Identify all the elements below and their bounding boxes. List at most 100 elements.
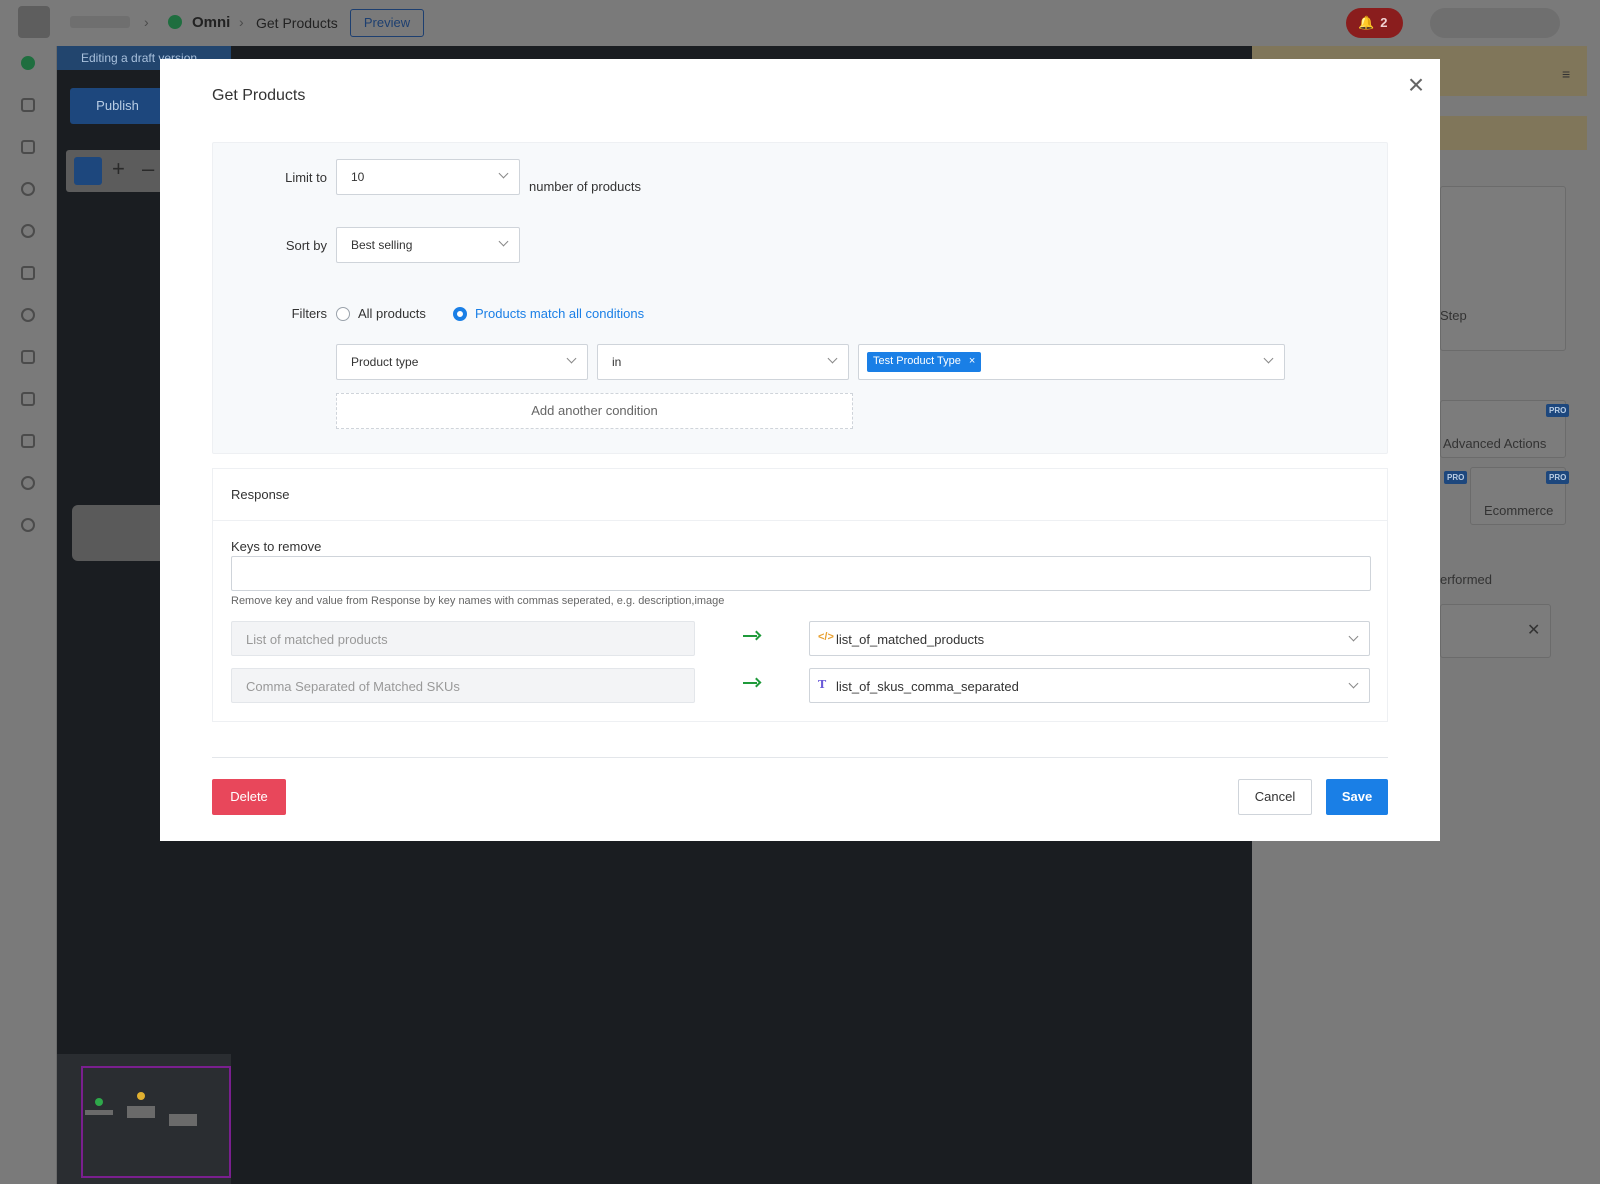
- ecommerce-label: Ecommerce: [1484, 503, 1554, 518]
- close-icon[interactable]: ✕: [1527, 620, 1540, 640]
- advanced-actions-label: Advanced Actions: [1443, 436, 1547, 451]
- query-settings-card: Limit to 10 number of products Sort by B…: [212, 142, 1388, 454]
- tag-remove-icon[interactable]: ×: [969, 355, 975, 367]
- limit-suffix: number of products: [529, 179, 642, 194]
- chevron-down-icon: [498, 168, 509, 179]
- archive-icon[interactable]: [21, 392, 35, 406]
- canvas-toolbar: + –: [66, 150, 166, 192]
- chat-bubbles-icon: [168, 15, 182, 29]
- condition-operator-select[interactable]: in: [597, 344, 849, 380]
- chevron-down-icon: [1348, 631, 1359, 642]
- globe-icon[interactable]: [21, 308, 35, 322]
- minimap-viewport[interactable]: [81, 1066, 231, 1178]
- zoom-out-icon[interactable]: –: [142, 156, 154, 182]
- step-box: [1440, 186, 1566, 351]
- add-condition-button[interactable]: Add another condition: [336, 393, 853, 429]
- chevron-down-icon: [1263, 353, 1274, 364]
- flow-node[interactable]: [72, 505, 172, 561]
- code-icon: </>: [818, 631, 834, 643]
- headset-icon[interactable]: [21, 182, 35, 196]
- preview-button[interactable]: Preview: [350, 9, 424, 37]
- left-nav: [0, 46, 56, 1184]
- minimap-start-dot: [95, 1098, 103, 1106]
- get-products-modal: Get Products × Limit to 10 number of pro…: [160, 59, 1440, 841]
- minimap-dot: [137, 1092, 145, 1100]
- megaphone-icon[interactable]: [21, 434, 35, 448]
- chat-bubbles-icon[interactable]: [21, 56, 35, 70]
- book-icon[interactable]: [21, 266, 35, 280]
- minimap-node: [127, 1106, 155, 1118]
- condition-tag: Test Product Type ×: [867, 352, 982, 372]
- chevron-down-icon: [498, 236, 509, 247]
- dashboard-icon[interactable]: [21, 98, 35, 112]
- mapping-target-value: list_of_matched_products: [836, 632, 985, 647]
- message-icon[interactable]: [21, 518, 35, 532]
- user-menu[interactable]: [1430, 8, 1560, 38]
- filters-label: Filters: [291, 306, 327, 321]
- bell-icon: 🔔: [1358, 15, 1375, 30]
- mapping-target-select[interactable]: </> list_of_matched_products: [809, 621, 1370, 656]
- text-type-icon: T: [818, 678, 827, 691]
- modal-title: Get Products: [212, 87, 306, 104]
- mapping-source: Comma Separated of Matched SKUs: [231, 668, 695, 703]
- condition-operator-value: in: [612, 355, 622, 369]
- flow-icon[interactable]: [21, 140, 35, 154]
- settings-icon[interactable]: [21, 476, 35, 490]
- pro-badge: PRO: [1546, 404, 1570, 417]
- radio-match-conditions[interactable]: [453, 307, 467, 321]
- grid-icon[interactable]: [21, 350, 35, 364]
- radio-all-products-label[interactable]: All products: [358, 306, 426, 321]
- footer-divider: [212, 757, 1388, 758]
- sort-label: Sort by: [285, 238, 327, 253]
- condition-field-value: Product type: [351, 355, 419, 369]
- right-panel-note: [1440, 116, 1587, 150]
- app-logo[interactable]: [18, 6, 50, 38]
- add-folder-icon[interactable]: [74, 157, 102, 185]
- zoom-in-icon[interactable]: +: [112, 156, 125, 182]
- step-label[interactable]: Step: [1440, 308, 1467, 323]
- publish-button[interactable]: Publish: [70, 88, 165, 124]
- mapping-target-select[interactable]: T list_of_skus_comma_separated: [809, 668, 1370, 703]
- cancel-button[interactable]: Cancel: [1238, 779, 1312, 815]
- arrow-right-icon: [743, 630, 762, 642]
- close-icon[interactable]: ×: [1404, 71, 1428, 99]
- chevron-right-icon: ›: [144, 14, 149, 30]
- notifications-button[interactable]: 🔔 2: [1346, 8, 1403, 38]
- minimap-node: [169, 1114, 197, 1126]
- condition-tag-label: Test Product Type: [873, 355, 961, 367]
- keys-to-remove-input[interactable]: [231, 556, 1371, 591]
- breadcrumb-app[interactable]: Omni: [192, 14, 230, 31]
- sort-select[interactable]: Best selling: [336, 227, 520, 263]
- user-icon[interactable]: [21, 224, 35, 238]
- notification-count: 2: [1380, 15, 1388, 30]
- keys-to-remove-help: Remove key and value from Response by ke…: [231, 595, 725, 607]
- pro-badge: PRO: [1444, 471, 1468, 484]
- breadcrumb-page: Get Products: [256, 15, 338, 31]
- pro-badge: PRO: [1546, 471, 1570, 484]
- chevron-down-icon: [1348, 678, 1359, 689]
- radio-all-products[interactable]: [336, 307, 350, 321]
- chevron-down-icon: [566, 353, 577, 364]
- mapping-source: List of matched products: [231, 621, 695, 656]
- chevron-right-icon: ›: [239, 14, 244, 30]
- top-bar: › Omni › Get Products Preview 🔔 2: [0, 0, 1600, 46]
- arrow-right-icon: [743, 677, 762, 689]
- mapping-target-value: list_of_skus_comma_separated: [836, 679, 1019, 694]
- performed-label: erformed: [1440, 572, 1493, 587]
- breadcrumb-root[interactable]: [70, 16, 130, 28]
- minimap-node: [85, 1110, 113, 1115]
- response-card-header: Response: [213, 469, 1387, 521]
- chevron-down-icon: [827, 353, 838, 364]
- keys-to-remove-label: Keys to remove: [231, 539, 322, 554]
- radio-match-conditions-label[interactable]: Products match all conditions: [475, 306, 644, 321]
- limit-label: Limit to: [285, 170, 327, 185]
- condition-field-select[interactable]: Product type: [336, 344, 588, 380]
- response-card: Response Keys to remove Remove key and v…: [212, 468, 1388, 722]
- condition-value-select[interactable]: Test Product Type ×: [858, 344, 1285, 380]
- response-title: Response: [231, 487, 290, 502]
- limit-select[interactable]: 10: [336, 159, 520, 195]
- save-button[interactable]: Save: [1326, 779, 1388, 815]
- menu-icon[interactable]: ≡: [1562, 66, 1570, 82]
- sort-value: Best selling: [351, 238, 413, 252]
- delete-button[interactable]: Delete: [212, 779, 286, 815]
